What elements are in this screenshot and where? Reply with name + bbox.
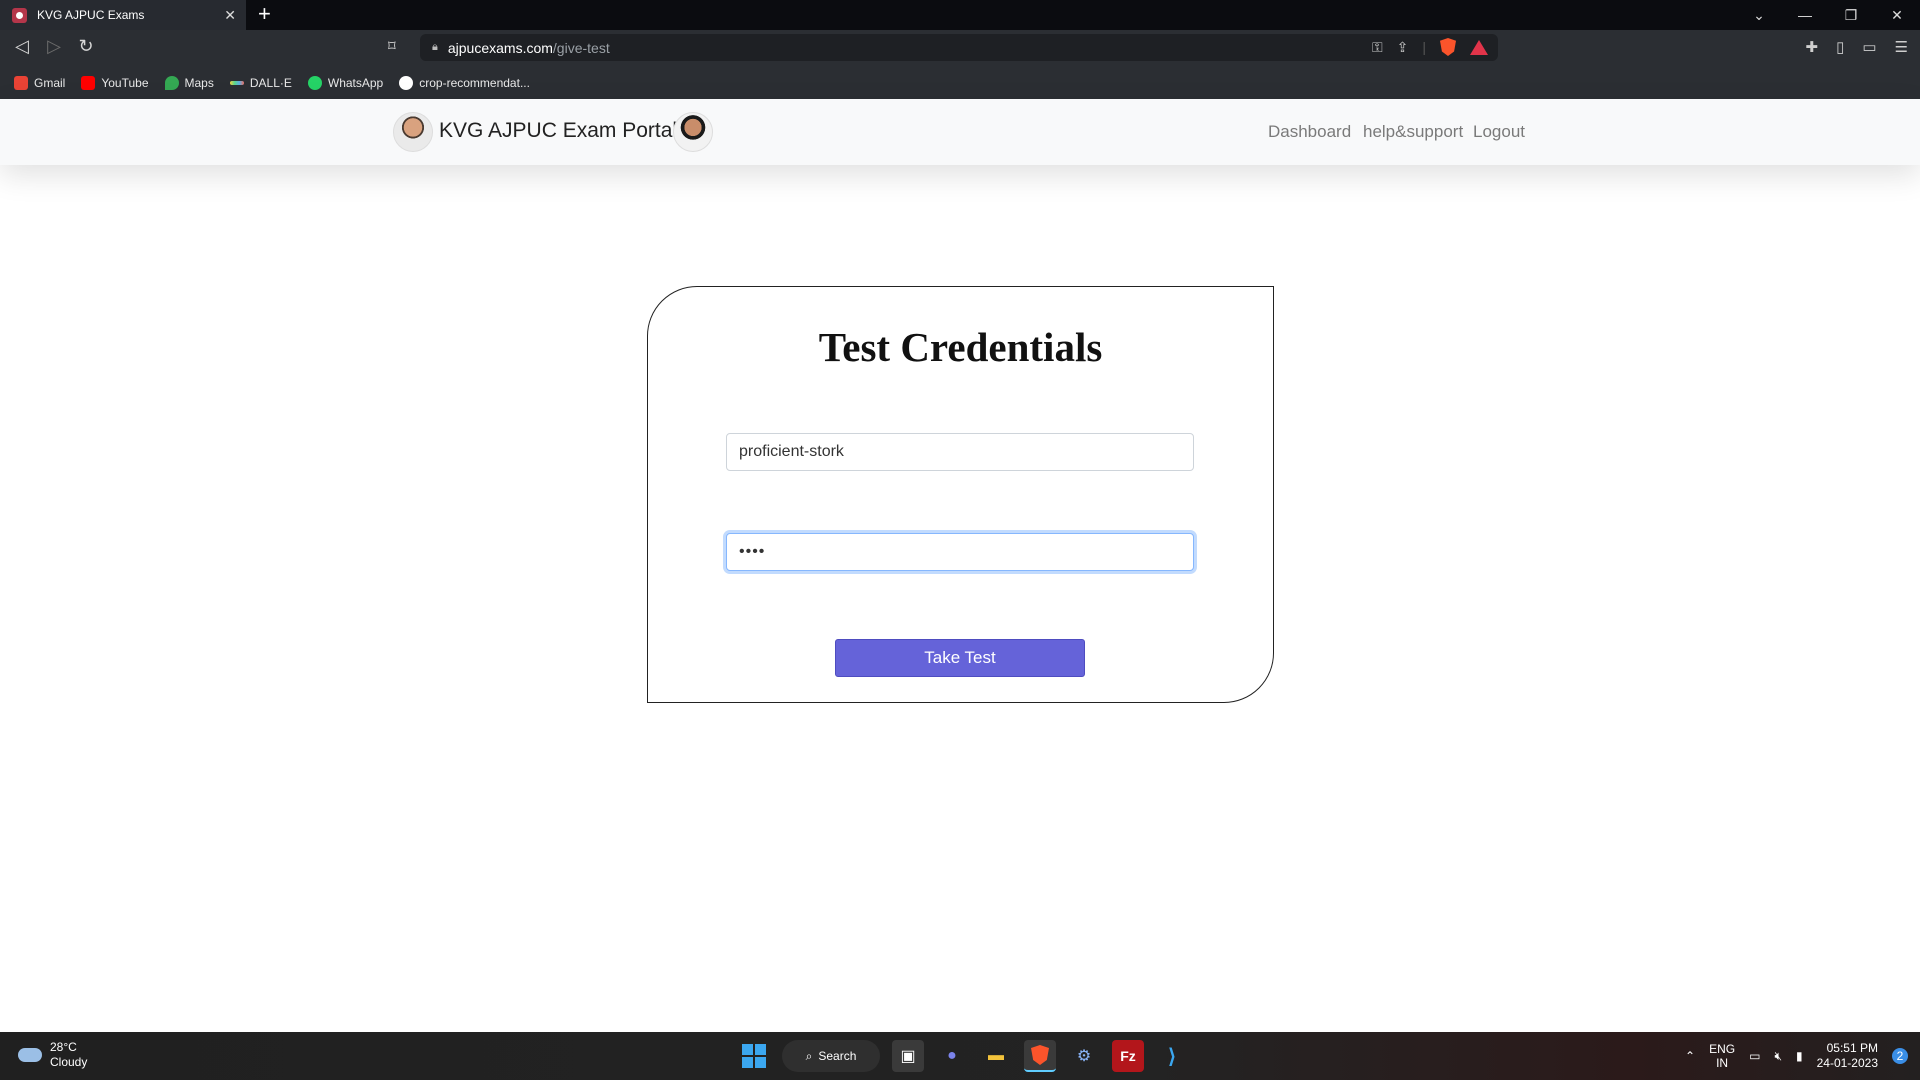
teams-chat-icon[interactable]: ● xyxy=(936,1040,968,1072)
restore-button[interactable]: ❐ xyxy=(1828,7,1874,24)
divider: | xyxy=(1422,39,1426,55)
extensions-icon[interactable]: ✚ xyxy=(1806,38,1819,56)
address-bar[interactable]: 🔒︎ ajpucexams.com /give-test ⚿ ⇪ | xyxy=(420,34,1498,61)
weather-desc: Cloudy xyxy=(50,1055,88,1069)
lock-icon: 🔒︎ xyxy=(432,41,438,53)
search-label: Search xyxy=(818,1049,857,1063)
minimize-button[interactable]: — xyxy=(1782,7,1828,23)
bookmark-maps[interactable]: Maps xyxy=(164,75,214,90)
lang-bottom: IN xyxy=(1716,1056,1729,1070)
windows-taskbar: 28°C Cloudy ⌕ Search ▣ ● ▬ ⚙ Fz ⟩ ⌃ ENG … xyxy=(0,1032,1920,1080)
bookmark-label: crop-recommendat... xyxy=(419,75,530,90)
taskbar-apps: ⌕ Search ▣ ● ▬ ⚙ Fz ⟩ xyxy=(738,1040,1188,1072)
start-button[interactable] xyxy=(738,1040,770,1072)
cloud-icon xyxy=(18,1048,42,1062)
bookmark-label: Maps xyxy=(184,75,214,90)
menu-icon[interactable]: ☰ xyxy=(1895,38,1908,56)
tab-search-icon[interactable]: ⌄ xyxy=(1736,7,1782,24)
sidebar-icon[interactable]: ▯ xyxy=(1836,38,1844,56)
maps-icon xyxy=(164,75,179,90)
nav-logout[interactable]: Logout xyxy=(1473,122,1525,142)
taskbar-search[interactable]: ⌕ Search xyxy=(782,1040,880,1072)
filezilla-icon[interactable]: Fz xyxy=(1112,1040,1144,1072)
forward-icon[interactable]: ▷ xyxy=(42,36,66,57)
site-navbar: KVG AJPUC Exam Portal Dashboard help&sup… xyxy=(0,99,1920,165)
bookmark-page-icon[interactable]: ⌑ xyxy=(388,37,396,55)
brave-shields-icon[interactable] xyxy=(1440,38,1456,56)
bookmark-dalle[interactable]: DALL·E xyxy=(229,75,292,90)
bookmark-github[interactable]: crop-recommendat... xyxy=(399,75,530,90)
take-test-button[interactable]: Take Test xyxy=(835,639,1085,677)
window-controls: ⌄ — ❐ ✕ xyxy=(1736,0,1920,30)
browser-tab-active[interactable]: KVG AJPUC Exams ✕ xyxy=(0,0,246,30)
system-tray: ⌃ ENG IN ▭ 🔇︎ ▮ 05:51 PM 24-01-2023 2 xyxy=(1685,1032,1920,1080)
vscode-icon[interactable]: ⟩ xyxy=(1156,1040,1188,1072)
tab-title: KVG AJPUC Exams xyxy=(37,8,145,22)
logo-portrait-right xyxy=(673,112,713,152)
site-favicon-icon xyxy=(12,7,27,23)
bookmark-gmail[interactable]: Gmail xyxy=(14,75,66,90)
wallet-icon[interactable]: ▭ xyxy=(1862,38,1876,56)
back-icon[interactable]: ◁ xyxy=(10,36,34,57)
username-input[interactable] xyxy=(726,433,1194,471)
new-tab-button[interactable]: + xyxy=(258,3,271,25)
clock-time: 05:51 PM xyxy=(1826,1041,1878,1055)
volume-muted-icon[interactable]: 🔇︎ xyxy=(1774,1049,1782,1064)
task-view-icon[interactable]: ▣ xyxy=(892,1040,924,1072)
language-indicator[interactable]: ENG IN xyxy=(1709,1042,1735,1070)
display-icon[interactable]: ▭ xyxy=(1749,1049,1760,1063)
bookmark-youtube[interactable]: YouTube xyxy=(81,75,149,90)
weather-temp: 28°C xyxy=(50,1040,77,1054)
notification-badge[interactable]: 2 xyxy=(1892,1048,1908,1064)
clock[interactable]: 05:51 PM 24-01-2023 xyxy=(1817,1041,1878,1071)
lang-top: ENG xyxy=(1709,1042,1736,1056)
close-tab-icon[interactable]: ✕ xyxy=(224,6,236,24)
network-app-icon[interactable]: ⚙ xyxy=(1068,1040,1100,1072)
brave-browser-icon[interactable] xyxy=(1024,1040,1056,1072)
dalle-icon xyxy=(229,80,244,85)
password-input[interactable] xyxy=(726,533,1194,571)
page-title: Test Credentials xyxy=(818,324,1103,370)
logo-portrait-left xyxy=(393,112,433,152)
youtube-icon xyxy=(81,75,96,90)
windows-logo-icon xyxy=(742,1044,766,1068)
battery-icon[interactable]: ▮ xyxy=(1796,1049,1803,1063)
url-path: /give-test xyxy=(552,39,610,56)
github-icon xyxy=(399,75,414,90)
reload-icon[interactable]: ↻ xyxy=(74,36,98,57)
chevron-up-icon[interactable]: ⌃ xyxy=(1685,1049,1695,1063)
brave-logo-icon xyxy=(1031,1045,1049,1065)
url-host: ajpucexams.com xyxy=(447,39,553,56)
weather-widget[interactable]: 28°C Cloudy xyxy=(18,1040,87,1070)
search-icon: ⌕ xyxy=(805,1048,813,1063)
bookmark-whatsapp[interactable]: WhatsApp xyxy=(307,75,384,90)
browser-toolbar: ◁ ▷ ↻ ⌑ 🔒︎ ajpucexams.com /give-test ⚿ ⇪… xyxy=(0,30,1920,66)
address-bar-actions: ⚿ ⇪ | xyxy=(1372,38,1488,56)
bookmarks-bar: Gmail YouTube Maps DALL·E WhatsApp crop-… xyxy=(0,66,1920,99)
clock-date: 24-01-2023 xyxy=(1816,1056,1878,1070)
bookmark-label: YouTube xyxy=(101,75,149,90)
bookmark-label: WhatsApp xyxy=(327,75,384,90)
nav-dashboard[interactable]: Dashboard xyxy=(1268,122,1351,142)
bookmark-label: DALL·E xyxy=(249,75,292,90)
site-brand[interactable]: KVG AJPUC Exam Portal xyxy=(439,119,677,143)
brave-rewards-icon[interactable] xyxy=(1470,39,1488,55)
whatsapp-icon xyxy=(307,75,322,90)
toolbar-right: ✚ ▯ ▭ ☰ xyxy=(1806,38,1908,56)
bookmark-label: Gmail xyxy=(34,75,66,90)
nav-help-support[interactable]: help&support xyxy=(1363,122,1463,142)
credentials-card: Test Credentials Take Test xyxy=(647,286,1274,703)
browser-tab-strip: KVG AJPUC Exams ✕ + ⌄ — ❐ ✕ xyxy=(0,0,1920,30)
gmail-icon xyxy=(14,75,28,90)
key-icon[interactable]: ⚿ xyxy=(1372,39,1383,56)
share-icon[interactable]: ⇪ xyxy=(1397,39,1409,56)
close-window-button[interactable]: ✕ xyxy=(1874,7,1920,24)
file-explorer-icon[interactable]: ▬ xyxy=(980,1040,1012,1072)
